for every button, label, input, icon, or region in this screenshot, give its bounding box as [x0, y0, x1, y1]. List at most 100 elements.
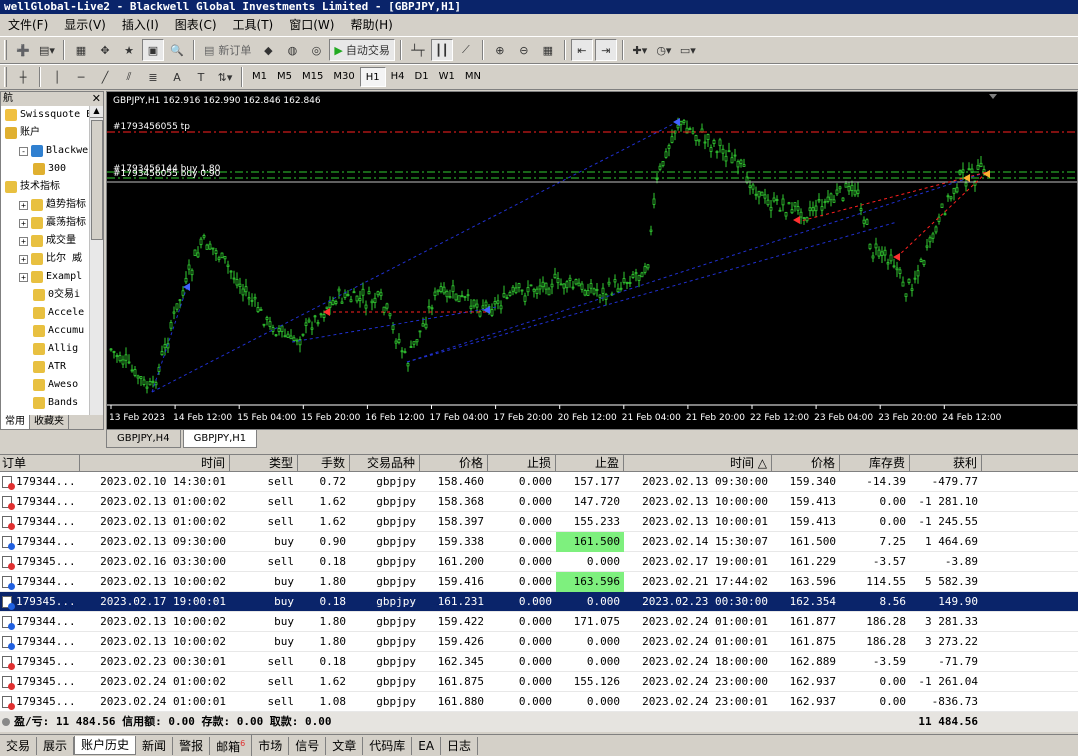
terminal-tab[interactable]: 警报 — [173, 736, 211, 755]
signals-icon[interactable]: ◎ — [305, 39, 327, 61]
column-header[interactable]: 时间 — [80, 455, 230, 472]
price-chart[interactable]: #1793456055 tp#1793456144 buy 1.80#17934… — [107, 92, 1078, 430]
autoscroll-icon[interactable]: ⇤ — [570, 39, 593, 61]
column-header[interactable]: 订单 — [0, 455, 80, 472]
timeframe-m1[interactable]: M1 — [247, 67, 272, 87]
terminal-tab[interactable]: 市场 — [252, 736, 290, 755]
terminal-icon[interactable]: ▣ — [142, 39, 164, 61]
menu-item-1[interactable]: 显示(V) — [56, 14, 114, 36]
navigator-item[interactable]: Bands — [1, 394, 103, 412]
table-row[interactable]: 179344... 2023.02.13 10:00:02 buy 1.80 gbpjp… — [0, 632, 1078, 652]
navigator-item[interactable]: 技术指标 — [1, 178, 103, 196]
timeframe-m30[interactable]: M30 — [328, 67, 359, 87]
expand-icon[interactable]: + — [19, 200, 28, 210]
periods-icon[interactable]: ◷▾ — [653, 39, 675, 61]
text-label-icon[interactable]: T — [190, 66, 212, 88]
close-icon[interactable]: ✕ — [92, 92, 101, 106]
data-window-icon[interactable]: ✥ — [94, 39, 116, 61]
chart-shift-icon[interactable]: ⇥ — [594, 39, 617, 61]
navigator-item[interactable]: 300 — [1, 160, 103, 178]
timeframe-w1[interactable]: W1 — [434, 67, 460, 87]
menu-item-3[interactable]: 图表(C) — [167, 14, 225, 36]
timeframe-d1[interactable]: D1 — [410, 67, 434, 87]
column-header[interactable]: 止损 — [488, 455, 556, 472]
arrows-icon[interactable]: ⇅▾ — [214, 66, 236, 88]
trendline-icon[interactable]: ╱ — [94, 66, 116, 88]
terminal-tab[interactable]: 展示 — [37, 736, 75, 755]
table-row[interactable]: 179345... 2023.02.16 03:30:00 sell 0.18 gbpj… — [0, 552, 1078, 572]
table-row[interactable]: 179344... 2023.02.13 01:00:02 sell 1.62 gbpj… — [0, 512, 1078, 532]
timeframe-m5[interactable]: M5 — [272, 67, 297, 87]
terminal-tab[interactable]: 代码库 — [363, 736, 413, 755]
crosshair-icon[interactable]: ┼ — [12, 66, 34, 88]
community-icon[interactable]: ◍ — [281, 39, 303, 61]
table-row[interactable]: 179344... 2023.02.13 10:00:02 buy 1.80 gbpjp… — [0, 572, 1078, 592]
candle-chart-icon[interactable]: ┃┃ — [430, 39, 453, 61]
tile-windows-icon[interactable]: ▦ — [537, 39, 559, 61]
strategy-tester-icon[interactable]: 🔍 — [166, 39, 188, 61]
profiles-icon[interactable]: ▤▾ — [36, 39, 58, 61]
navigator-item[interactable]: Allig — [1, 340, 103, 358]
terminal-tab[interactable]: 文章 — [326, 736, 364, 755]
toolbar-grip[interactable] — [4, 67, 7, 87]
navigator-tab-0[interactable]: 常用 — [1, 415, 30, 429]
terminal-tab[interactable]: 信号 — [289, 736, 327, 755]
navigator-item[interactable]: + 震荡指标 — [1, 214, 103, 232]
column-header[interactable]: 价格 — [420, 455, 488, 472]
timeframe-m15[interactable]: M15 — [297, 67, 328, 87]
vertical-line-icon[interactable]: │ — [46, 66, 68, 88]
navigator-item[interactable]: Swissquote Ba — [1, 106, 103, 124]
navigator-item[interactable]: + 比尔 威 — [1, 250, 103, 268]
timeframe-mn[interactable]: MN — [460, 67, 486, 87]
table-row[interactable]: 179344... 2023.02.10 14:30:01 sell 0.72 gbpj… — [0, 472, 1078, 492]
market-watch-icon[interactable]: ▦ — [70, 39, 92, 61]
table-row[interactable]: 179345... 2023.02.17 19:00:01 buy 0.18 gbpjp… — [0, 592, 1078, 612]
table-row[interactable]: 179345... 2023.02.24 01:00:01 sell 1.08 gbpj… — [0, 692, 1078, 712]
navigator-item[interactable]: + 成交量 — [1, 232, 103, 250]
scroll-thumb[interactable] — [91, 120, 103, 240]
expand-icon[interactable]: + — [19, 218, 28, 228]
column-header[interactable]: 手数 — [298, 455, 350, 472]
new-order-button[interactable]: ▤ 新订单 — [200, 39, 255, 61]
text-icon[interactable]: A — [166, 66, 188, 88]
column-header[interactable]: 交易品种 — [350, 455, 420, 472]
toolbar-grip[interactable] — [4, 40, 7, 60]
terminal-tab[interactable]: EA — [412, 736, 442, 755]
table-row[interactable]: 179344... 2023.02.13 10:00:02 buy 1.80 gbpjp… — [0, 612, 1078, 632]
navigator-item[interactable]: + Exampl — [1, 268, 103, 286]
indicators-icon[interactable]: ✚▾ — [629, 39, 651, 61]
table-row[interactable]: 179344... 2023.02.13 09:30:00 buy 0.90 gbpjp… — [0, 532, 1078, 552]
column-header[interactable]: 库存费 — [840, 455, 910, 472]
new-chart-icon[interactable]: ➕ — [12, 39, 34, 61]
navigator-item[interactable]: 账户 — [1, 124, 103, 142]
column-header[interactable]: 类型 — [230, 455, 298, 472]
menu-item-2[interactable]: 插入(I) — [114, 14, 167, 36]
timeframe-h1[interactable]: H1 — [359, 67, 386, 87]
auto-trading-button[interactable]: ▶ 自动交易 — [329, 39, 395, 61]
table-row[interactable]: 179344... 2023.02.13 01:00:02 sell 1.62 gbpj… — [0, 492, 1078, 512]
navigator-item[interactable]: 0交易i — [1, 286, 103, 304]
menu-item-6[interactable]: 帮助(H) — [342, 14, 400, 36]
scroll-up-icon[interactable]: ▲ — [90, 106, 103, 118]
equidistant-channel-icon[interactable]: ⫽ — [118, 66, 140, 88]
table-row[interactable]: 179345... 2023.02.23 00:30:01 sell 0.18 gbpj… — [0, 652, 1078, 672]
menu-item-0[interactable]: 文件(F) — [0, 14, 56, 36]
navigator-item[interactable]: - Blackwe — [1, 142, 103, 160]
chart-tab[interactable]: GBPJPY,H4 — [106, 430, 181, 448]
navigator-item[interactable]: Aweso — [1, 376, 103, 394]
menu-item-5[interactable]: 窗口(W) — [281, 14, 342, 36]
table-row[interactable]: 179345... 2023.02.24 01:00:02 sell 1.62 gbpj… — [0, 672, 1078, 692]
navigator-item[interactable]: ATR — [1, 358, 103, 376]
terminal-tab[interactable]: 账户历史 — [74, 736, 137, 755]
expand-icon[interactable]: - — [19, 146, 28, 156]
chart-tab[interactable]: GBPJPY,H1 — [182, 430, 258, 448]
column-header[interactable]: 价格 — [772, 455, 840, 472]
line-chart-icon[interactable]: ⟋ — [455, 39, 477, 61]
terminal-tab[interactable]: 日志 — [441, 736, 479, 755]
templates-icon[interactable]: ▭▾ — [677, 39, 699, 61]
terminal-tab[interactable]: 新闻 — [136, 736, 174, 755]
zoom-out-icon[interactable]: ⊖ — [513, 39, 535, 61]
terminal-tab[interactable]: 邮箱6 — [210, 735, 253, 756]
navigator-item[interactable]: + 趋势指标 — [1, 196, 103, 214]
metaeditor-icon[interactable]: ◆ — [257, 39, 279, 61]
